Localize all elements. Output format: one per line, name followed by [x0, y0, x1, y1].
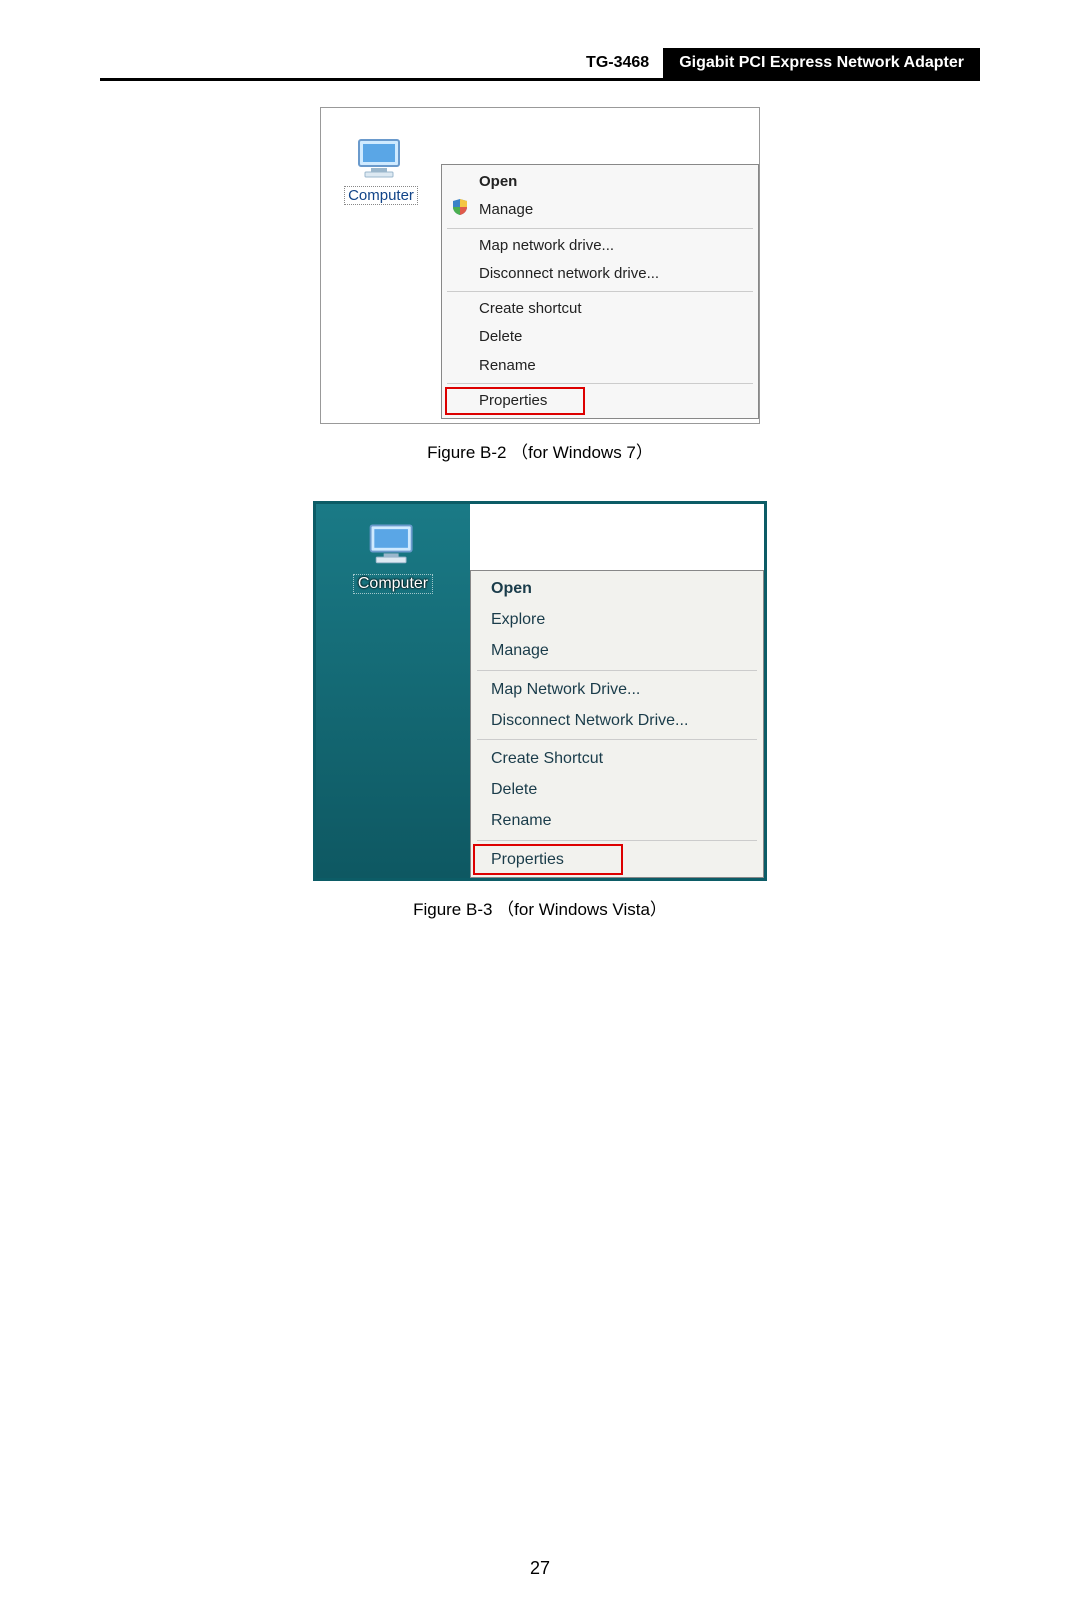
menu-manage[interactable]: Manage [473, 635, 761, 666]
computer-icon[interactable] [365, 522, 421, 568]
menu-create-shortcut[interactable]: Create Shortcut [473, 743, 761, 774]
menu-disconnect-network-drive[interactable]: Disconnect Network Drive... [473, 705, 761, 736]
menu-open[interactable]: Open [445, 168, 755, 196]
computer-label[interactable]: Computer [344, 186, 418, 205]
figure-b3-caption: Figure B-3 （for Windows Vista） [413, 895, 667, 920]
computer-icon[interactable] [353, 136, 409, 182]
menu-separator [477, 739, 757, 740]
menu-create-shortcut[interactable]: Create shortcut [445, 295, 755, 323]
desktop-area: Computer [316, 504, 470, 878]
menu-separator [447, 228, 753, 229]
menu-map-network-drive[interactable]: Map Network Drive... [473, 674, 761, 705]
menu-map-network-drive[interactable]: Map network drive... [445, 232, 755, 260]
header-title: Gigabit PCI Express Network Adapter [663, 48, 980, 78]
menu-separator [447, 291, 753, 292]
figure-b2-screenshot: Computer Open Manage [320, 107, 760, 424]
menu-separator [477, 840, 757, 841]
menu-separator [477, 670, 757, 671]
menu-open[interactable]: Open [473, 573, 761, 604]
desktop-area: Computer [321, 108, 441, 423]
context-menu: Open Explore Manage Map Network Drive...… [470, 570, 764, 878]
header-model: TG-3468 [586, 48, 663, 78]
menu-manage-label: Manage [479, 201, 533, 218]
menu-properties[interactable]: Properties [445, 387, 585, 415]
header-spacer [100, 48, 586, 78]
context-menu: Open Manage Map netwo [441, 164, 759, 419]
computer-label[interactable]: Computer [353, 574, 433, 594]
page-header: TG-3468 Gigabit PCI Express Network Adap… [100, 48, 980, 81]
menu-delete[interactable]: Delete [473, 774, 761, 805]
menu-explore[interactable]: Explore [473, 604, 761, 635]
figure-b3-screenshot: Computer Open Explore Manage Map Network… [313, 501, 767, 881]
page-number: 27 [100, 1558, 980, 1579]
menu-manage[interactable]: Manage [445, 196, 755, 224]
shield-icon [451, 198, 469, 216]
figure-b2-caption: Figure B-2 （for Windows 7） [427, 438, 653, 463]
menu-separator [447, 383, 753, 384]
menu-disconnect-network-drive[interactable]: Disconnect network drive... [445, 260, 755, 288]
menu-delete[interactable]: Delete [445, 323, 755, 351]
menu-properties[interactable]: Properties [473, 844, 623, 875]
menu-rename[interactable]: Rename [445, 352, 755, 380]
menu-rename[interactable]: Rename [473, 805, 761, 836]
